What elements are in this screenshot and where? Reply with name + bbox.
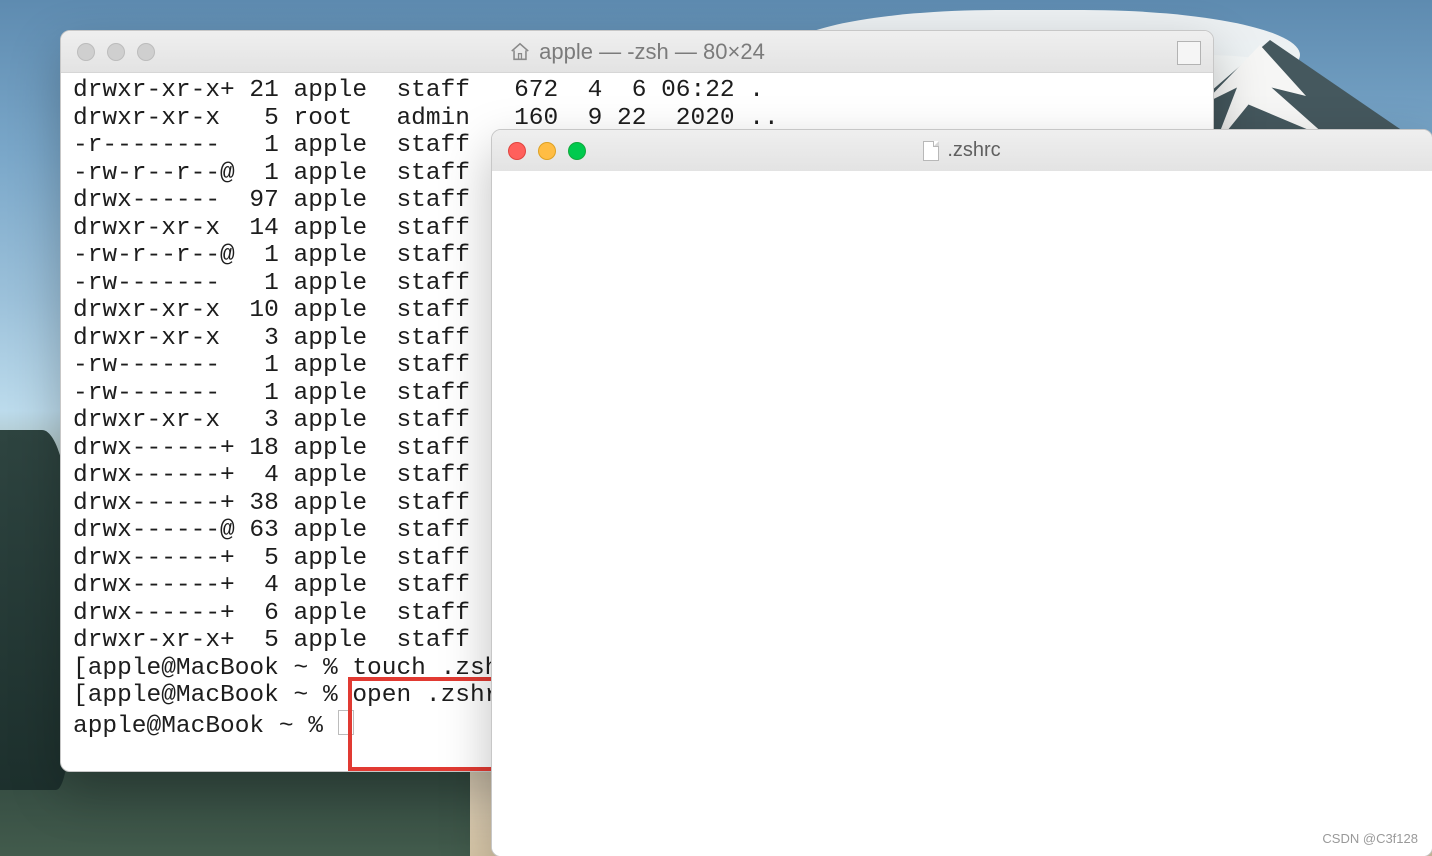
minimize-button[interactable] [107,43,125,61]
ls-line: drwx------@ 63 apple staff 2 [73,517,529,544]
zoom-button[interactable] [137,43,155,61]
terminal-titlebar[interactable]: apple — -zsh — 80×24 [61,31,1213,73]
command-text: open .zshrc [352,682,514,709]
ls-line: drwxr-xr-x+ 21 apple staff 672 4 6 06:22… [73,77,764,104]
textedit-titlebar[interactable]: .zshrc [492,130,1432,172]
ls-line: drwxr-xr-x 5 root admin 160 9 22 2020 .. [73,105,779,132]
close-button[interactable] [77,43,95,61]
prompt-prefix: [apple@MacBook ~ % [73,655,352,682]
prompt-prefix: apple@MacBook ~ % [73,713,338,740]
scrollbar-corner[interactable] [1177,41,1201,65]
terminal-cursor [338,710,354,735]
minimize-button[interactable] [538,142,556,160]
ls-line: drwx------+ 6 apple staff [73,600,470,627]
traffic-lights [77,43,155,61]
ls-line: drwx------+ 5 apple staff [73,545,470,572]
zoom-button[interactable] [568,142,586,160]
textedit-window[interactable]: .zshrc [491,129,1432,856]
desktop-wallpaper: apple — -zsh — 80×24 drwxr-xr-x+ 21 appl… [0,0,1432,856]
textedit-title-text: .zshrc [947,139,1000,162]
ls-line: drwxr-xr-x 14 apple staff [73,215,470,242]
ls-line: -rw-r--r--@ 1 apple staff 10 [73,160,529,187]
traffic-lights [508,142,586,160]
close-button[interactable] [508,142,526,160]
textedit-title: .zshrc [492,139,1432,162]
ls-line: drwxr-xr-x 3 apple staff [73,407,470,434]
ls-line: -r-------- 1 apple staff [73,132,470,159]
ls-line: drwxr-xr-x 10 apple staff [73,297,470,324]
prompt-prefix: [apple@MacBook ~ % [73,682,352,709]
ls-line: -rw-r--r--@ 1 apple staff [73,242,470,269]
ls-line: drwx------+ 18 apple staff [73,435,470,462]
ls-line: -rw------- 1 apple staff [73,352,470,379]
ls-line: drwx------ 97 apple staff 3 [73,187,529,214]
ls-line: drwx------+ 4 apple staff [73,572,470,599]
home-folder-icon [509,41,531,63]
ls-line: -rw------- 1 apple staff [73,270,470,297]
ls-line: drwxr-xr-x+ 5 apple staff [73,627,470,654]
terminal-title-text: apple — -zsh — 80×24 [539,39,765,65]
ls-line: -rw------- 1 apple staff [73,380,470,407]
ls-line: drwx------+ 4 apple staff [73,462,470,489]
ls-line: drwx------+ 38 apple staff 1 [73,490,529,517]
document-icon [923,141,939,161]
terminal-title: apple — -zsh — 80×24 [61,39,1213,65]
textedit-content[interactable] [492,171,1432,856]
watermark-text: CSDN @C3f128 [1322,831,1418,846]
ls-line: drwxr-xr-x 3 apple staff [73,325,470,352]
